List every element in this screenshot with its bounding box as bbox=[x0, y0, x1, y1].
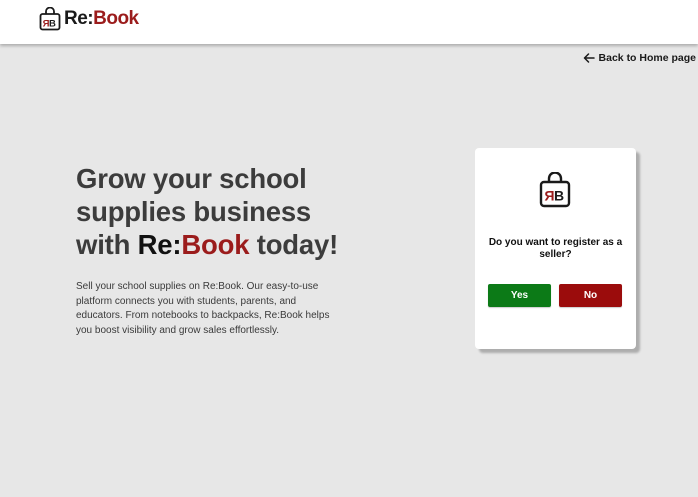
logo-wordmark: Re:Book bbox=[64, 7, 139, 31]
headline-line1: Grow your school bbox=[76, 163, 307, 194]
headline-re: Re: bbox=[137, 229, 182, 260]
rebook-logo[interactable]: R B Re:Book bbox=[39, 6, 139, 32]
seller-register-dialog: R B Do you want to register as a seller?… bbox=[475, 148, 636, 349]
back-to-home-link[interactable]: Back to Home page bbox=[583, 52, 696, 64]
svg-text:B: B bbox=[49, 19, 56, 30]
arrow-left-icon bbox=[583, 53, 595, 63]
logo-book: Book bbox=[93, 8, 139, 29]
hero-headline: Grow your school supplies business with … bbox=[76, 162, 376, 261]
logo-re: Re: bbox=[64, 8, 94, 29]
headline-line2: supplies business bbox=[76, 196, 312, 227]
top-header: R B Re:Book bbox=[0, 0, 698, 44]
rebook-bag-icon: R B bbox=[539, 172, 571, 208]
back-link-label: Back to Home page bbox=[598, 52, 696, 64]
yes-button[interactable]: Yes bbox=[488, 284, 551, 307]
headline-book: Book bbox=[181, 229, 250, 260]
headline-today: today! bbox=[249, 229, 339, 260]
dialog-question: Do you want to register as a seller? bbox=[488, 237, 623, 260]
hero-description: Sell your school supplies on Re:Book. Ou… bbox=[76, 281, 330, 336]
rebook-bag-icon: R B bbox=[39, 7, 61, 31]
headline-with: with bbox=[76, 229, 138, 260]
no-button[interactable]: No bbox=[559, 284, 622, 307]
svg-text:R: R bbox=[544, 188, 554, 204]
svg-text:B: B bbox=[554, 188, 564, 204]
